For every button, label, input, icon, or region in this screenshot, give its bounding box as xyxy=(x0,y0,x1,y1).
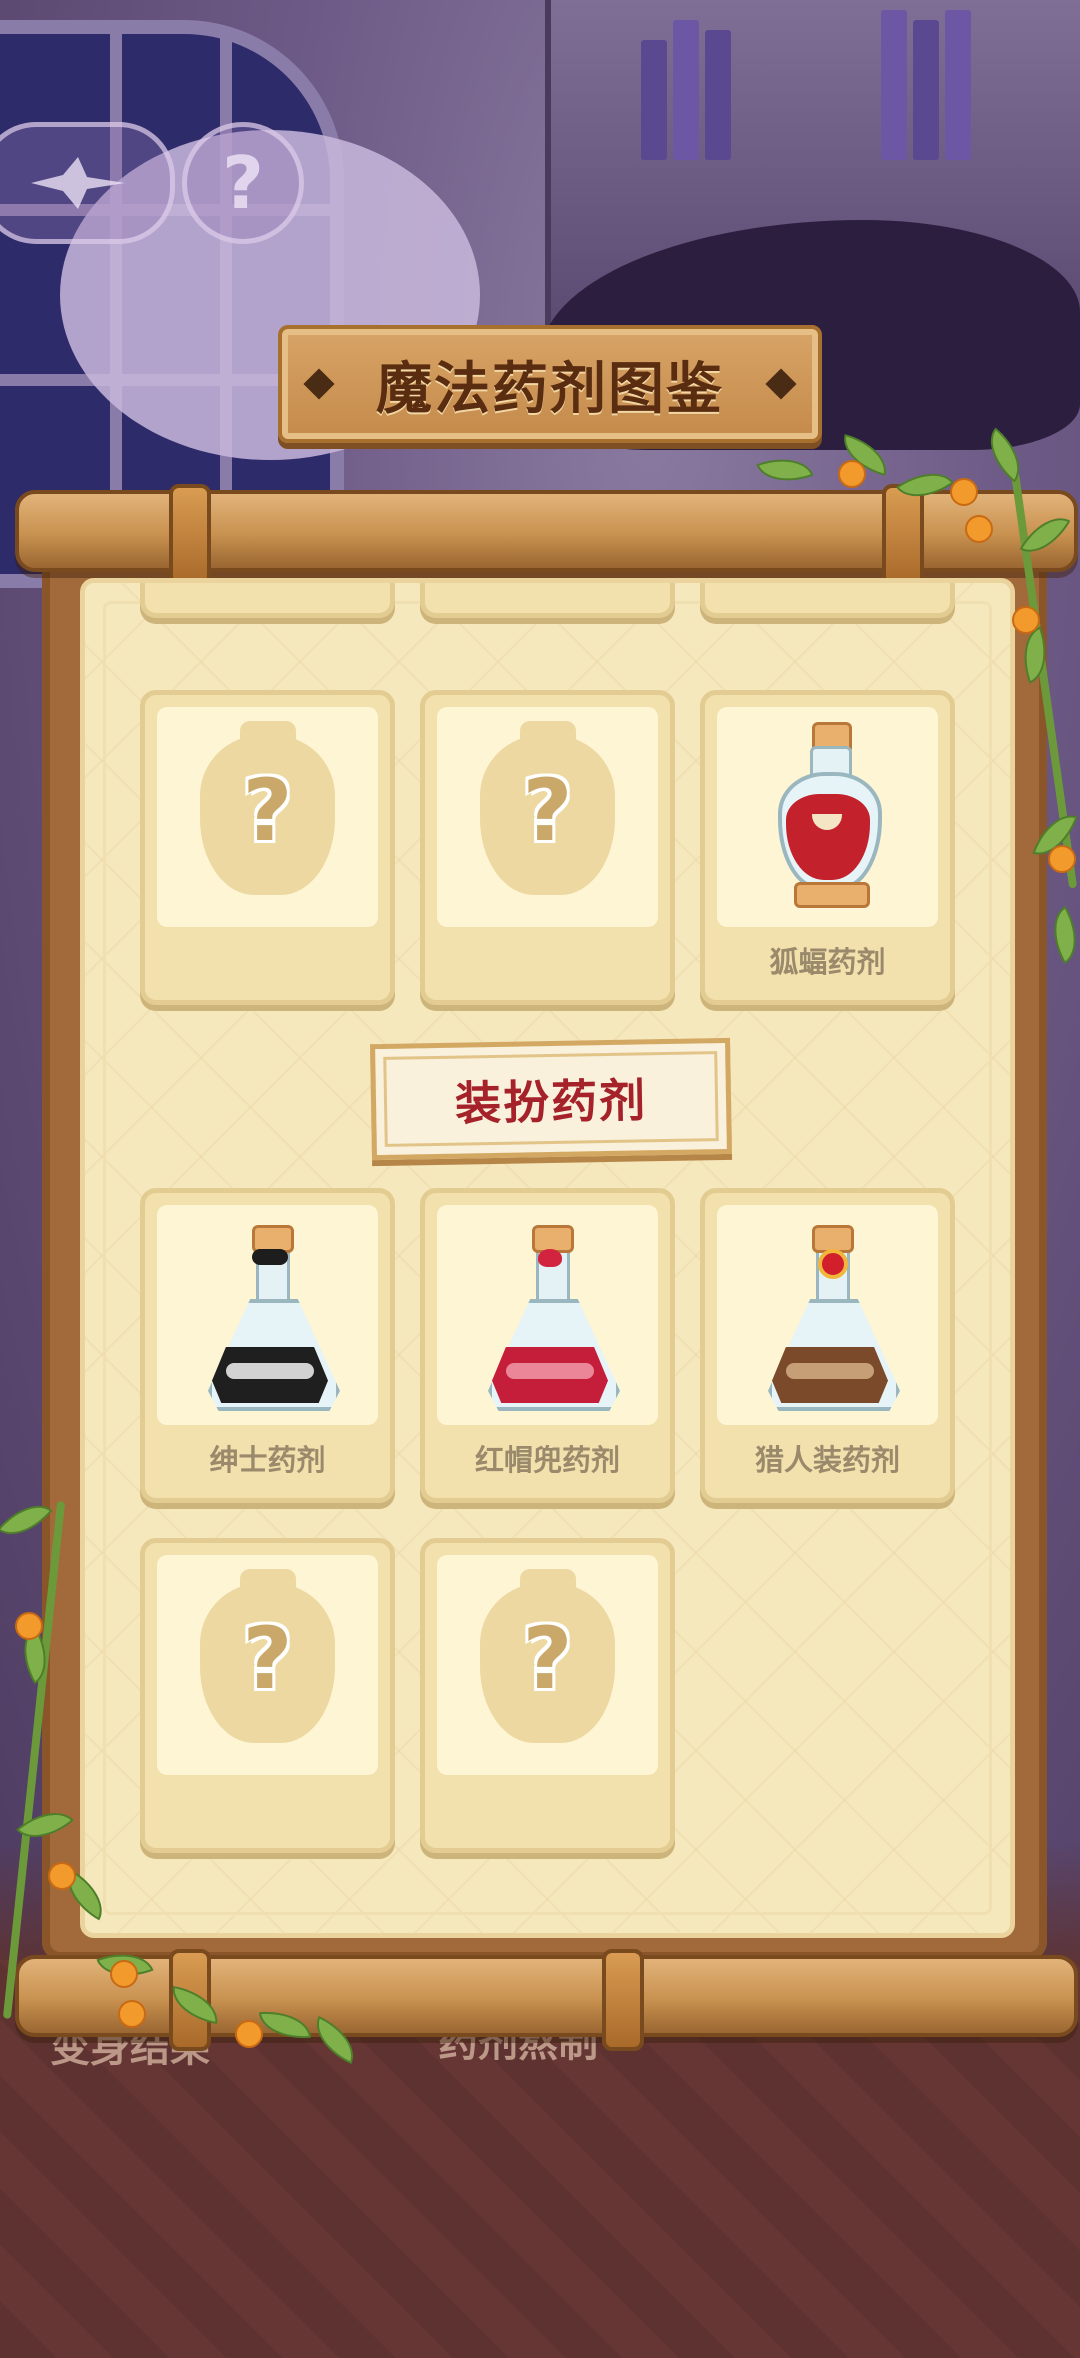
mystery-potion-icon: ? xyxy=(200,1569,335,1743)
potion-card-locked[interactable]: ? xyxy=(140,1538,395,1853)
potion-name: 绅士药剂 xyxy=(209,1443,326,1477)
mystery-potion-icon: ? xyxy=(480,1569,615,1743)
potion-name: 狐蝠药剂 xyxy=(769,945,886,979)
potion-card-locked[interactable]: ? xyxy=(420,1538,675,1853)
potion-card-locked[interactable]: ? xyxy=(140,690,395,1005)
scroll-rod-top xyxy=(15,484,1078,586)
section-banner-costume: 装扮药剂 xyxy=(370,1037,732,1161)
potion-card-partial[interactable] xyxy=(140,583,395,618)
potion-card-partial[interactable] xyxy=(420,583,675,618)
potion-card-red-hood[interactable]: 红帽兜药剂 xyxy=(420,1188,675,1503)
sparkle-arrow-icon xyxy=(30,157,125,209)
red-flask-potion-icon xyxy=(482,1225,620,1415)
red-vase-potion-icon xyxy=(772,722,887,922)
back-button[interactable] xyxy=(0,122,175,244)
brown-flask-potion-icon xyxy=(762,1225,900,1415)
section-title: 装扮药剂 xyxy=(454,1073,648,1131)
diamond-ornament-icon xyxy=(303,368,335,400)
question-mark-icon: ? xyxy=(222,141,264,225)
mystery-potion-icon: ? xyxy=(200,721,335,895)
page-title: 魔法药剂图鉴 xyxy=(376,356,724,422)
diamond-ornament-icon xyxy=(765,368,797,400)
mystery-potion-icon: ? xyxy=(480,721,615,895)
potion-card-gentleman[interactable]: 绅士药剂 xyxy=(140,1188,395,1503)
black-flask-potion-icon xyxy=(202,1225,340,1415)
potion-card-hunter[interactable]: 猎人装药剂 xyxy=(700,1188,955,1503)
potion-card-locked[interactable]: ? xyxy=(420,690,675,1005)
title-plaque: 魔法药剂图鉴 xyxy=(278,325,822,443)
potion-card-fox-bat[interactable]: 狐蝠药剂 xyxy=(700,690,955,1005)
potion-card-partial[interactable] xyxy=(700,583,955,618)
potion-name: 红帽兜药剂 xyxy=(474,1443,620,1477)
potion-name: 猎人装药剂 xyxy=(754,1443,900,1477)
potion-collection-panel[interactable]: ? ? 狐蝠药剂 装扮药剂 绅士药剂 红帽兜药剂 猎人装药剂 ? ? xyxy=(80,578,1015,1938)
help-button[interactable]: ? xyxy=(182,122,304,244)
